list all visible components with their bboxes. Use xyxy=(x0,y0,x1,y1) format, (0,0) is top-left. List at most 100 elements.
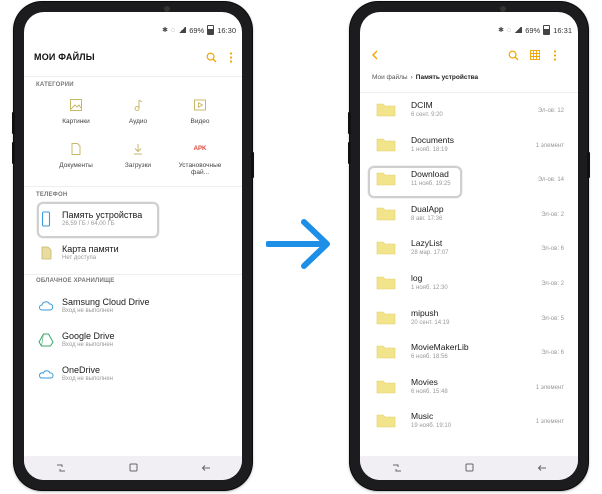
signal-icon xyxy=(514,27,523,33)
folder-item-dualapp[interactable]: DualApp 8 авг. 17:36 Эл-ов: 2 xyxy=(366,198,572,232)
folder-item-count: Эл-ов: 2 xyxy=(541,211,564,218)
folder-icon xyxy=(376,103,396,117)
recent-apps-icon[interactable] xyxy=(56,459,66,477)
category-downloads[interactable]: Загрузки xyxy=(108,142,168,169)
back-icon[interactable] xyxy=(537,459,547,477)
category-label: Видео xyxy=(190,118,210,125)
folder-icon xyxy=(376,207,396,221)
divider xyxy=(24,274,242,275)
category-apk[interactable]: APK Установочные фай... xyxy=(170,142,230,176)
folder-item-log[interactable]: log 1 нояб. 12:30 Эл-ов: 2 xyxy=(366,267,572,301)
mute-icon: ◌ xyxy=(507,26,512,34)
image-icon xyxy=(70,99,82,111)
cloud-item-onedrive[interactable]: OneDrive Вход не выполнен xyxy=(34,360,232,390)
folder-item-count: Эл-ов: 5 xyxy=(541,315,564,322)
highlight-frame xyxy=(368,166,462,198)
folder-name: log xyxy=(411,273,423,283)
volume-button xyxy=(348,142,351,164)
folder-item-mipush[interactable]: mipush 20 сент. 14:19 Эл-ов: 5 xyxy=(366,302,572,336)
category-label: Аудио xyxy=(128,118,148,125)
folder-item-count: 1 элемент xyxy=(535,142,564,149)
right-phone: ✱ ◌ 69% 16:31 Мои файлы › Память устройс… xyxy=(348,2,590,490)
search-icon[interactable] xyxy=(204,50,218,64)
status-bar: ✱ ◌ 69% 16:30 xyxy=(162,25,236,35)
storage-item-sd-card[interactable]: Карта памяти Нет доступа xyxy=(34,239,232,269)
folder-item-count: Эл-ов: 2 xyxy=(541,281,564,287)
folder-item-movies[interactable]: Movies 6 нояб. 15:48 1 элемент xyxy=(366,371,572,405)
category-documents[interactable]: Документы xyxy=(46,142,106,169)
bluetooth-icon: ✱ xyxy=(162,27,169,34)
cloud-status: Вход не выполнен xyxy=(62,342,113,348)
folder-item-lazylist[interactable]: LazyList 28 мар. 17:07 Эл-ов: 6 xyxy=(366,232,572,266)
folder-date: 6 сент. 9:20 xyxy=(411,112,443,118)
status-bar: ✱ ◌ 69% 16:31 xyxy=(498,25,572,35)
divider xyxy=(360,92,578,93)
folder-item-moviemakerlib[interactable]: MovieMakerLib 6 нояб. 18:56 Эл-ов: 6 xyxy=(366,336,572,370)
folder-name: Music xyxy=(411,411,434,422)
apk-icon: APK xyxy=(193,146,207,152)
folder-date: 6 нояб. 18:56 xyxy=(411,354,448,361)
breadcrumb: Мои файлы › Память устройства xyxy=(372,74,478,81)
folder-name: LazyList xyxy=(411,238,443,249)
left-screen: ✱ ◌ 69% 16:30 МОИ ФАЙЛЫ КАТЕГОРИИ Картин… xyxy=(24,12,242,480)
cloud-item-samsung[interactable]: Samsung Cloud Drive Вход не выполнен xyxy=(34,292,232,322)
cloud-item-google-drive[interactable]: Google Drive Вход не выполнен xyxy=(34,326,232,356)
folder-item-count: Эл-ов: 12 xyxy=(537,108,564,114)
category-images[interactable]: Картинки xyxy=(46,98,106,125)
highlight-frame xyxy=(37,202,159,238)
download-icon xyxy=(134,144,142,155)
more-options-icon[interactable] xyxy=(548,48,562,62)
battery-percent: 69% xyxy=(525,25,541,35)
folder-item-dcim[interactable]: DCIM 6 сент. 9:20 Эл-ов: 12 xyxy=(366,94,572,128)
grid-view-icon[interactable] xyxy=(528,48,542,62)
category-audio[interactable]: Аудио xyxy=(108,98,168,125)
folder-item-music[interactable]: Music 19 нояб. 19:10 1 элемент xyxy=(366,405,572,439)
folder-item-count: Эл-ов: 6 xyxy=(541,350,564,357)
folder-name: DCIM xyxy=(411,100,433,110)
folder-name: Movies xyxy=(411,376,438,387)
volume-button xyxy=(348,112,351,134)
section-header-categories: КАТЕГОРИИ xyxy=(36,82,74,88)
chevron-right-icon: › xyxy=(410,74,413,81)
folder-item-count: 1 элемент xyxy=(535,384,564,391)
breadcrumb-current: Память устройства xyxy=(415,74,479,81)
mute-icon: ◌ xyxy=(171,26,176,34)
category-label: Документы xyxy=(59,162,93,169)
cloud-icon xyxy=(39,301,54,311)
music-note-icon xyxy=(134,99,143,111)
folder-date: 1 нояб. 18:19 xyxy=(411,146,448,153)
category-video[interactable]: Видео xyxy=(170,98,230,125)
folder-icon xyxy=(376,276,396,290)
home-icon[interactable] xyxy=(129,459,138,477)
folder-name: MovieMakerLib xyxy=(411,342,469,353)
folder-item-count: Эл-ов: 14 xyxy=(537,177,564,184)
folder-date: 28 мар. 17:07 xyxy=(411,250,449,257)
home-icon[interactable] xyxy=(465,459,474,477)
back-arrow-icon[interactable] xyxy=(368,48,382,62)
folder-name: Documents xyxy=(411,134,454,145)
folder-icon xyxy=(376,138,396,151)
folder-icon xyxy=(376,311,396,324)
folder-item-count: Эл-ов: 6 xyxy=(541,246,564,253)
arrow-right-icon xyxy=(266,219,330,269)
category-label: Загрузки xyxy=(124,162,152,169)
volume-button xyxy=(12,142,15,164)
folder-date: 20 сент. 14:19 xyxy=(411,319,450,326)
folder-icon xyxy=(376,345,396,359)
folder-date: 8 авг. 17:36 xyxy=(411,215,443,222)
cloud-name: OneDrive xyxy=(62,365,101,375)
cloud-status: Вход не выполнен xyxy=(62,376,113,382)
section-header-cloud: ОБЛАЧНОЕ ХРАНИЛИЩЕ xyxy=(36,278,115,284)
more-options-icon[interactable] xyxy=(224,50,238,64)
recent-apps-icon[interactable] xyxy=(392,459,402,477)
clock: 16:30 xyxy=(217,25,236,35)
page-title: МОИ ФАЙЛЫ xyxy=(34,52,95,62)
search-icon[interactable] xyxy=(506,48,520,62)
volume-button xyxy=(12,112,15,134)
nav-bar xyxy=(360,456,578,480)
folder-item-documents[interactable]: Documents 1 нояб. 18:19 1 элемент xyxy=(366,129,572,163)
back-icon[interactable] xyxy=(201,459,211,477)
video-icon xyxy=(194,99,206,111)
document-icon xyxy=(71,143,81,155)
breadcrumb-root[interactable]: Мои файлы xyxy=(372,74,408,81)
